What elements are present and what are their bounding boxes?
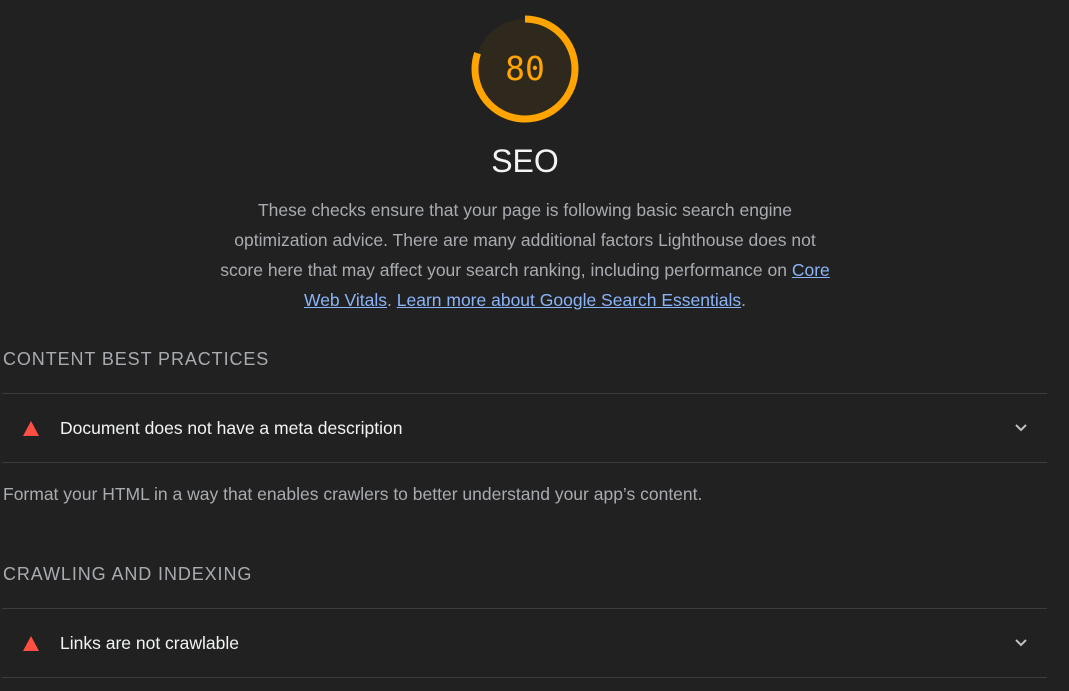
audit-links-crawlable[interactable]: Links are not crawlable [2, 608, 1047, 678]
chevron-down-icon[interactable] [1013, 636, 1029, 650]
audit-title: Document does not have a meta descriptio… [60, 418, 403, 438]
score-gauge: 80 [470, 14, 580, 124]
search-essentials-link[interactable]: Learn more about Google Search Essential… [397, 290, 741, 310]
lighthouse-report-page: 80 SEO These checks ensure that your pag… [0, 0, 1069, 691]
fail-triangle-icon [23, 421, 39, 436]
description-separator: . [387, 290, 397, 310]
category-title: SEO [491, 143, 559, 179]
score-value: 80 [505, 49, 545, 88]
fail-triangle-icon [23, 636, 39, 651]
description-text: These checks ensure that your page is fo… [220, 200, 816, 280]
chevron-down-icon[interactable] [1013, 421, 1029, 435]
category-description: These checks ensure that your page is fo… [212, 195, 838, 315]
group-description: Format your HTML in a way that enables c… [3, 484, 703, 504]
group-title-content-best-practices: CONTENT BEST PRACTICES [3, 349, 270, 369]
description-end: . [741, 290, 746, 310]
audit-title: Links are not crawlable [60, 633, 239, 653]
group-title-crawling-and-indexing: CRAWLING AND INDEXING [3, 564, 253, 584]
audit-meta-description[interactable]: Document does not have a meta descriptio… [2, 393, 1047, 463]
